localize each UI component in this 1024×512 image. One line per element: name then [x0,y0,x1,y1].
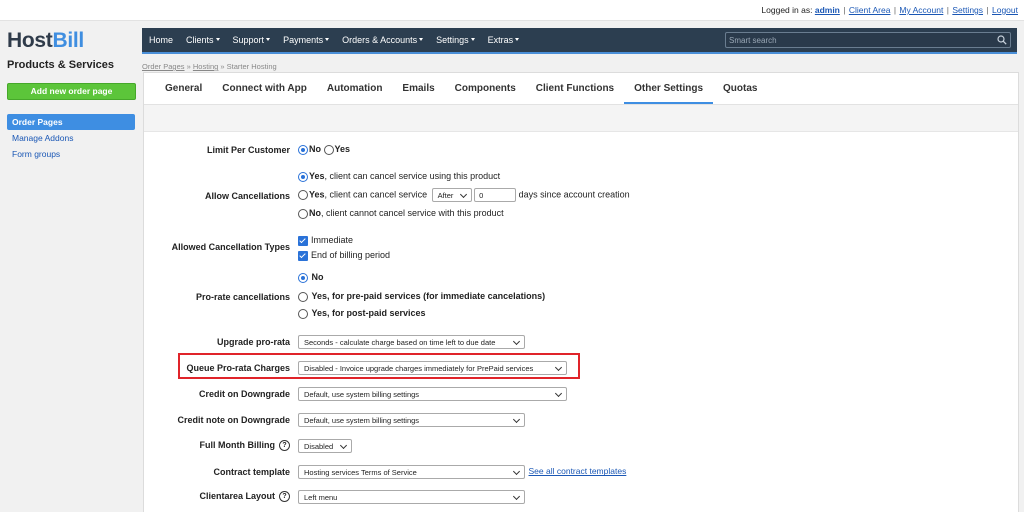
nav-payments[interactable]: Payments [276,28,335,52]
chevron-down-icon [554,389,563,398]
settings-link[interactable]: Settings [952,5,983,15]
chevron-down-icon [512,337,521,346]
add-order-page-button[interactable]: Add new order page [7,83,136,100]
help-icon[interactable]: ? [279,491,290,503]
nav-extras[interactable]: Extras [481,28,526,52]
search-icon[interactable] [997,35,1007,45]
limit-per-customer-label: Limit Per Customer [206,145,290,155]
cancel-no-radio[interactable] [298,208,308,219]
account-links: Logged in as: admin | Client Area | My A… [761,5,1018,15]
sidebar-item-manage-addons[interactable]: Manage Addons [7,130,135,146]
limit-no-label: No [309,144,321,154]
chevron-down-icon [339,441,348,450]
breadcrumb-hosting[interactable]: Hosting [193,62,218,71]
top-bar: Logged in as: admin | Client Area | My A… [0,0,1024,21]
queue-prorata-label: Queue Pro-rata Charges [186,363,290,373]
sidebar-nav: Order Pages Manage Addons Form groups [7,114,135,162]
breadcrumb-order-pages[interactable]: Order Pages [142,62,185,71]
tab-connect-with-app[interactable]: Connect with App [212,73,317,104]
main-nav: Home Clients Support Payments Orders & A… [142,28,1017,54]
tab-quotas[interactable]: Quotas [713,73,767,104]
sidebar-item-form-groups[interactable]: Form groups [7,146,135,162]
limit-yes-label: Yes [334,144,351,154]
limit-no-radio[interactable] [298,144,308,155]
upgrade-prorata-select[interactable]: Seconds - calculate charge based on time… [298,335,525,349]
tab-other-settings[interactable]: Other Settings [624,73,714,104]
clientarea-layout-select[interactable]: Left menu [298,490,525,504]
help-icon[interactable]: ? [279,440,290,452]
logout-link[interactable]: Logout [992,5,1018,15]
tab-automation[interactable]: Automation [317,73,393,104]
contract-template-select[interactable]: Hosting services Terms of Service [298,465,525,479]
nav-home[interactable]: Home [142,28,179,52]
prorate-cancellations-label: Pro-rate cancellations [195,292,290,302]
chevron-down-icon [459,190,467,199]
caret-down-icon [515,38,520,42]
caret-down-icon [325,38,330,42]
prorate-postpaid-radio[interactable] [298,308,308,319]
see-contract-templates-link[interactable]: See all contract templates [529,466,627,476]
caret-down-icon [266,38,271,42]
client-area-link[interactable]: Client Area [849,5,891,15]
limit-yes-radio[interactable] [323,144,334,155]
credit-downgrade-label: Credit on Downgrade [198,389,290,399]
prorate-no-radio[interactable] [298,272,308,283]
upgrade-prorata-label: Upgrade pro-rata [216,337,290,347]
sub-toolbar [144,105,1018,132]
tab-bar: General Connect with App Automation Emai… [144,73,1018,105]
caret-down-icon [215,38,220,42]
main-panel: General Connect with App Automation Emai… [143,72,1019,512]
end-of-billing-checkbox[interactable] [298,250,308,261]
caret-down-icon [419,38,424,42]
credit-downgrade-select[interactable]: Default, use system billing settings [298,387,567,401]
contract-template-label: Contract template [213,467,290,477]
full-month-billing-select[interactable]: Disabled [298,439,352,453]
breadcrumb: Order Pages » Hosting » Starter Hosting [142,62,277,71]
smart-search-box [725,32,1011,48]
hostbill-logo[interactable]: HostBill [7,29,84,53]
tab-components[interactable]: Components [445,73,526,104]
cancel-days-input[interactable]: 0 [474,188,517,202]
cancel-after-radio[interactable] [298,190,308,200]
chevron-down-icon [512,415,521,424]
caret-down-icon [470,38,475,42]
chevron-down-icon [554,363,563,372]
my-account-link[interactable]: My Account [899,5,943,15]
breadcrumb-current: Starter Hosting [226,62,277,71]
logged-in-label: Logged in as: [761,5,813,15]
credit-note-downgrade-select[interactable]: Default, use system billing settings [298,413,525,427]
cancel-days-suffix: days since account creation [518,189,630,200]
nav-support[interactable]: Support [226,28,277,52]
immediate-checkbox[interactable] [298,235,308,246]
chevron-down-icon [512,492,521,501]
end-of-billing-label: End of billing period [311,250,391,260]
smart-search-input[interactable] [729,33,989,47]
chevron-down-icon [512,467,521,476]
sidebar-title: Products & Services [7,59,114,71]
nav-clients[interactable]: Clients [179,28,226,52]
clientarea-layout-label: Clientarea Layout? [199,491,290,503]
sidebar-item-order-pages[interactable]: Order Pages [7,114,135,130]
queue-prorata-select[interactable]: Disabled - Invoice upgrade charges immed… [298,361,567,375]
tab-emails[interactable]: Emails [392,73,444,104]
full-month-billing-label: Full Month Billing? [200,440,290,452]
allowed-cancellation-types-label: Allowed Cancellation Types [171,242,290,252]
nav-settings[interactable]: Settings [429,28,481,52]
prorate-prepaid-radio[interactable] [298,291,308,302]
admin-user-link[interactable]: admin [815,5,840,15]
cancel-after-select[interactable]: After [431,188,472,202]
tab-client-functions[interactable]: Client Functions [526,73,624,104]
tab-general[interactable]: General [144,73,212,104]
cancel-yes-radio[interactable] [298,171,308,182]
nav-orders-accounts[interactable]: Orders & Accounts [335,28,429,52]
immediate-label: Immediate [311,235,354,245]
allow-cancellations-label: Allow Cancellations [204,191,290,201]
credit-note-downgrade-label: Credit note on Downgrade [177,415,291,425]
